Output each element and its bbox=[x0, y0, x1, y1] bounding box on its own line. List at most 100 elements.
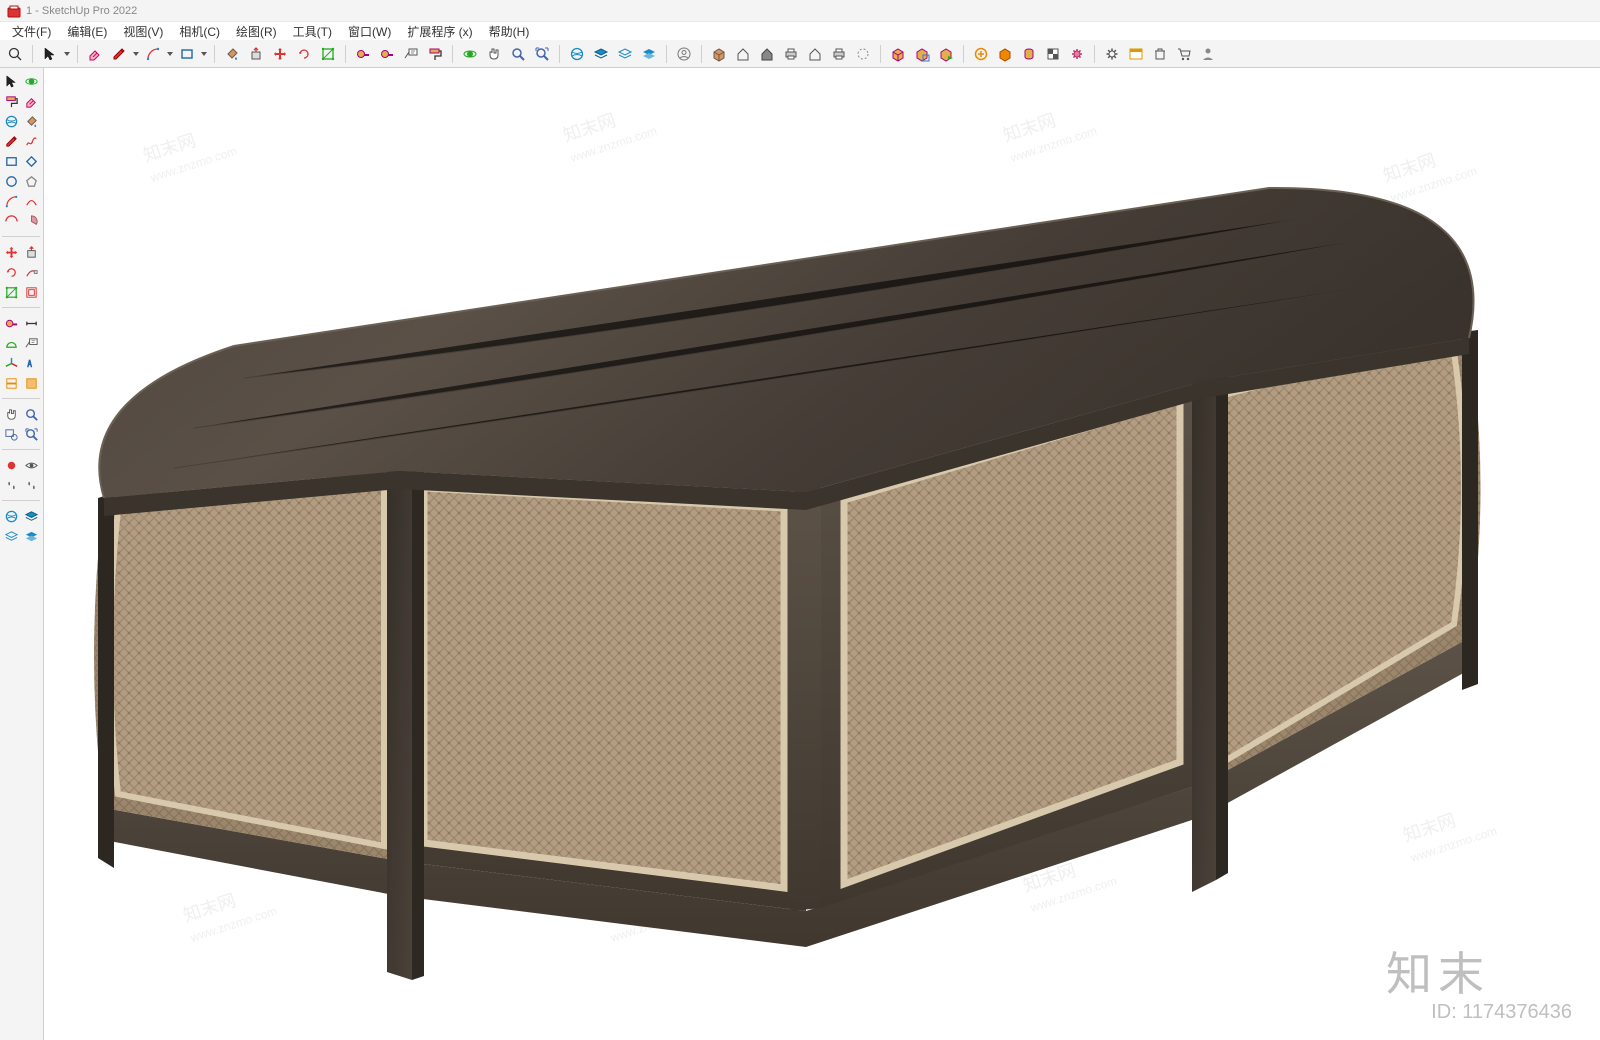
zoom-window-button[interactable] bbox=[2, 425, 20, 443]
select-arrow-button[interactable] bbox=[39, 43, 61, 65]
cube-run-button[interactable] bbox=[935, 43, 957, 65]
rotate-quad-button[interactable] bbox=[2, 263, 20, 281]
offset-button[interactable] bbox=[22, 283, 40, 301]
arc-button[interactable] bbox=[2, 192, 20, 210]
printer-button[interactable] bbox=[828, 43, 850, 65]
menu-file[interactable]: 文件(F) bbox=[4, 21, 59, 42]
pentagon-button[interactable] bbox=[22, 172, 40, 190]
menu-extensions[interactable]: 扩展程序 (x) bbox=[399, 21, 480, 42]
cube-yellow-button[interactable] bbox=[887, 43, 909, 65]
section-button[interactable] bbox=[2, 374, 20, 392]
push-pull-button[interactable] bbox=[22, 243, 40, 261]
orbit-button[interactable] bbox=[22, 72, 40, 90]
layers-outline-button[interactable] bbox=[2, 527, 20, 545]
cart-button[interactable] bbox=[1173, 43, 1195, 65]
push-pull-button[interactable] bbox=[245, 43, 267, 65]
search-button[interactable] bbox=[4, 43, 26, 65]
zoom-extents-button[interactable] bbox=[531, 43, 553, 65]
select-arrow-button[interactable] bbox=[2, 72, 20, 90]
dropdown-arrow-icon[interactable] bbox=[132, 43, 140, 65]
layers-button[interactable] bbox=[590, 43, 612, 65]
pencil-button[interactable] bbox=[2, 132, 20, 150]
layers-button[interactable] bbox=[22, 507, 40, 525]
viewport-3d[interactable]: 知末网www.znzmo.com知末网www.znzmo.com知末网www.z… bbox=[44, 68, 1600, 1040]
zoom-button[interactable] bbox=[22, 405, 40, 423]
tape-button[interactable] bbox=[376, 43, 398, 65]
cube-select-button[interactable] bbox=[911, 43, 933, 65]
zoom-button[interactable] bbox=[507, 43, 529, 65]
rectangle-button[interactable] bbox=[2, 152, 20, 170]
arc2-button[interactable] bbox=[22, 192, 40, 210]
eraser-button[interactable] bbox=[84, 43, 106, 65]
eraser-button[interactable] bbox=[22, 92, 40, 110]
menu-edit[interactable]: 编辑(E) bbox=[59, 21, 115, 42]
text-label-button[interactable] bbox=[400, 43, 422, 65]
globe-swirl-button[interactable] bbox=[2, 507, 20, 525]
layers-blue-button[interactable] bbox=[22, 527, 40, 545]
section-fill-button[interactable] bbox=[22, 374, 40, 392]
trash-button[interactable] bbox=[1149, 43, 1171, 65]
text3d-button[interactable] bbox=[22, 354, 40, 372]
paint-roller-button[interactable] bbox=[424, 43, 446, 65]
dropdown-arrow-icon[interactable] bbox=[200, 43, 208, 65]
orbit-eye-button[interactable] bbox=[22, 456, 40, 474]
move-quad-button[interactable] bbox=[269, 43, 291, 65]
globe-swirl-button[interactable] bbox=[566, 43, 588, 65]
gear-button[interactable] bbox=[1101, 43, 1123, 65]
orbit-button[interactable] bbox=[459, 43, 481, 65]
house-outline-button[interactable] bbox=[804, 43, 826, 65]
tape-button[interactable] bbox=[2, 314, 20, 332]
record-button[interactable] bbox=[2, 456, 20, 474]
checker-button[interactable] bbox=[1042, 43, 1064, 65]
printer-button[interactable] bbox=[780, 43, 802, 65]
follow-me-button[interactable] bbox=[22, 263, 40, 281]
paint-bucket-button[interactable] bbox=[22, 112, 40, 130]
tape-button[interactable] bbox=[352, 43, 374, 65]
menu-tools[interactable]: 工具(T) bbox=[285, 21, 340, 42]
user-circle-button[interactable] bbox=[673, 43, 695, 65]
pie-button[interactable] bbox=[22, 212, 40, 230]
text-label-button[interactable] bbox=[22, 334, 40, 352]
arc3-button[interactable] bbox=[2, 212, 20, 230]
menu-camera[interactable]: 相机(C) bbox=[171, 21, 228, 42]
pan-button[interactable] bbox=[2, 405, 20, 423]
paint-roller-button[interactable] bbox=[2, 92, 20, 110]
cylinder-button[interactable] bbox=[1018, 43, 1040, 65]
gear-pink-button[interactable] bbox=[1066, 43, 1088, 65]
protractor-button[interactable] bbox=[2, 334, 20, 352]
freehand-button[interactable] bbox=[22, 132, 40, 150]
window-button[interactable] bbox=[1125, 43, 1147, 65]
dropdown-arrow-icon[interactable] bbox=[63, 43, 71, 65]
user-silhouette-button[interactable] bbox=[1197, 43, 1219, 65]
box-button[interactable] bbox=[708, 43, 730, 65]
dimension-button[interactable] bbox=[22, 314, 40, 332]
footprints-button[interactable] bbox=[22, 476, 40, 494]
scale-button[interactable] bbox=[2, 283, 20, 301]
house-outline-button[interactable] bbox=[732, 43, 754, 65]
menu-window[interactable]: 窗口(W) bbox=[340, 21, 399, 42]
globe-swirl-button[interactable] bbox=[2, 112, 20, 130]
axes-button[interactable] bbox=[2, 354, 20, 372]
scale-button[interactable] bbox=[317, 43, 339, 65]
move-quad-button[interactable] bbox=[2, 243, 20, 261]
cube-orange-button[interactable] bbox=[994, 43, 1016, 65]
pan-button[interactable] bbox=[483, 43, 505, 65]
dropdown-arrow-icon[interactable] bbox=[166, 43, 174, 65]
paint-bucket-button[interactable] bbox=[221, 43, 243, 65]
pencil-button[interactable] bbox=[108, 43, 130, 65]
arc-button[interactable] bbox=[142, 43, 164, 65]
plus-circle-button[interactable] bbox=[970, 43, 992, 65]
circle-dashed-button[interactable] bbox=[852, 43, 874, 65]
rotate-quad-button[interactable] bbox=[293, 43, 315, 65]
menu-draw[interactable]: 绘图(R) bbox=[228, 21, 285, 42]
layers-blue-button[interactable] bbox=[638, 43, 660, 65]
menu-view[interactable]: 视图(V) bbox=[115, 21, 171, 42]
menu-help[interactable]: 帮助(H) bbox=[481, 21, 538, 42]
footprints-button[interactable] bbox=[2, 476, 20, 494]
house-fill-button[interactable] bbox=[756, 43, 778, 65]
zoom-extents-button[interactable] bbox=[22, 425, 40, 443]
circle-button[interactable] bbox=[2, 172, 20, 190]
layers-outline-button[interactable] bbox=[614, 43, 636, 65]
rectangle-button[interactable] bbox=[176, 43, 198, 65]
rectangle-rot-button[interactable] bbox=[22, 152, 40, 170]
